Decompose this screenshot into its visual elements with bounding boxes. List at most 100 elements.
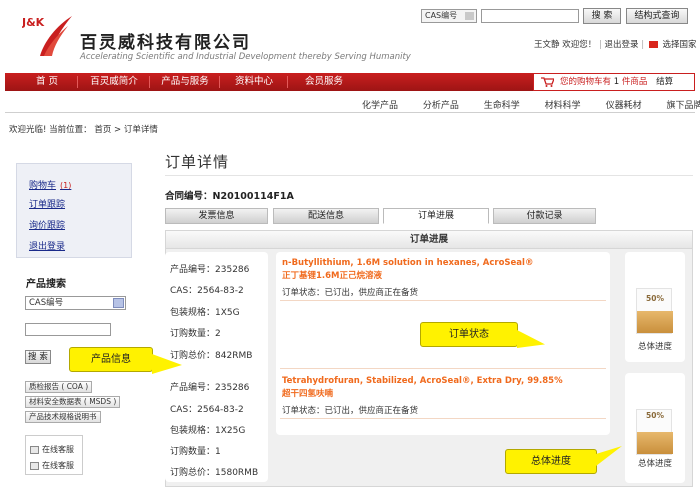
page-title: 订单详情 [165,153,230,171]
user-bar: 王文静 欢迎您！ | 退出登录 | 选择国家 [534,40,697,50]
checkout-link[interactable]: 结算 [656,77,673,87]
field-label: 产品编号： [170,265,216,275]
field-label: 订购数量： [170,329,216,339]
field-label: 订购总价： [170,351,216,361]
select-country-link[interactable]: 选择国家 [663,40,697,50]
cas-no: CAS：2564-83-2 [170,283,244,296]
nav-home[interactable]: 首 页 [17,73,77,91]
field-value: 235286 [215,383,250,393]
online-service-label: 在线客服 [42,461,74,470]
tab-order-progress[interactable]: 订单进展 [383,208,489,224]
product-name-en[interactable]: Tetrahydrofuran, Stabilized, AcroSeal®, … [282,376,563,386]
field-label: 订购数量： [170,447,216,457]
status-label: 订单状态： [282,288,325,298]
tab-payment[interactable]: 付款记录 [493,208,596,224]
breadcrumb-prefix: 欢迎光临! 当前位置： [9,125,92,135]
pack-size: 包装规格：1X5G [170,305,240,318]
cart-summary[interactable]: 您的购物车有 1 件商品 结算 [533,73,695,91]
field-value: 1580RMB [215,468,259,478]
field-label: CAS： [170,286,198,296]
header-divider [5,112,695,113]
spec-sheet-button[interactable]: 产品技术规格说明书 [25,411,101,423]
overall-progress-card: 50% 总体进度 [625,252,685,362]
callout-order-status: 订单状态 [420,322,518,347]
sidebar-item-order-tracking[interactable]: 订单跟踪 [29,197,65,210]
company-name: 百灵威科技有限公司 [80,33,251,53]
field-value: 842RMB [215,351,253,361]
sub-nav-chemicals[interactable]: 化学产品 [362,98,398,111]
top-search-input[interactable] [481,9,579,23]
product-search-button[interactable]: 搜 索 [25,350,51,364]
cas-no: CAS：2564-83-2 [170,402,244,415]
field-value: 1X25G [215,426,246,436]
structure-search-button[interactable]: 结构式查询 [626,8,688,24]
field-label: 产品编号： [170,383,216,393]
pack-size: 包装规格：1X25G [170,423,245,436]
product-name-en[interactable]: n-Butyllithium, 1.6M solution in hexanes… [282,258,533,268]
online-service-label: 在线客服 [42,445,74,454]
chevron-down-icon [465,12,474,20]
flag-icon [648,41,658,48]
sub-nav-analytical[interactable]: 分析产品 [423,98,459,111]
sidebar-item-quote-tracking[interactable]: 询价跟踪 [29,218,65,231]
sub-nav-instruments[interactable]: 仪器耗材 [606,98,642,111]
divider [280,368,606,369]
search-button[interactable]: 搜 索 [583,8,621,24]
field-value: 1 [215,447,221,457]
sub-nav-life-science[interactable]: 生命科学 [484,98,520,111]
order-status: 订单状态：已订出，供应商正在备货 [282,286,418,298]
breadcrumb-sep: > [114,125,122,135]
order-total: 订购总价：1580RMB [170,465,258,478]
msds-button[interactable]: 材料安全数据表 ( MSDS ) [25,396,121,408]
status-value: 已订出，供应商正在备货 [324,406,419,416]
cart-count: 1 [613,77,620,87]
cart-icon [541,77,554,87]
status-label: 订单状态： [282,406,325,416]
divider [280,300,606,301]
progress-label: 总体进度 [637,342,672,352]
title-divider [165,175,693,176]
tab-delivery[interactable]: 配送信息 [273,208,379,224]
cart-suffix: 件商品 [621,77,648,87]
online-service-link[interactable]: 在线客服 [30,460,74,471]
sub-nav-materials[interactable]: 材料科学 [545,98,581,111]
logout-link[interactable]: 退出登录 [605,40,639,50]
product-search-select[interactable]: CAS编号 [25,296,126,310]
coa-button[interactable]: 质检报告 ( COA ) [25,381,93,393]
nav-member[interactable]: 会员服务 [289,73,359,91]
sub-nav: 化学产品 分析产品 生命科学 材料科学 仪器耗材 旗下品牌 [340,98,700,111]
online-service-link[interactable]: 在线客服 [30,444,74,455]
jk-logo-icon: J&K [22,16,72,56]
tab-invoice[interactable]: 发票信息 [165,208,268,224]
contract-value: N20100114F1A [212,191,294,202]
order-qty: 订购数量：2 [170,326,221,339]
nav-about[interactable]: 百灵威简介 [79,73,149,91]
account-menu: 购物车 (1) 订单跟踪 询价跟踪 退出登录 [16,163,149,258]
cas-select[interactable]: CAS编号 [421,9,477,23]
company-slogan: Accelerating Scientific and Industrial D… [80,52,411,62]
sidebar-item-logout[interactable]: 退出登录 [29,239,65,252]
nav-divider [77,76,78,88]
progress-percent: 50% [646,294,664,303]
nav-resources[interactable]: 资料中心 [221,73,287,91]
field-value: 2564-83-2 [197,286,244,296]
progress-fill [637,311,673,333]
chat-icon [30,445,39,454]
sidebar-item-cart[interactable]: 购物车 (1) [29,178,71,191]
field-label: CAS： [170,405,198,415]
cart-prefix: 您的购物车有 [560,77,612,87]
sub-nav-brands[interactable]: 旗下品牌 [666,98,700,111]
online-service-box: 在线客服 在线客服 [25,435,83,475]
breadcrumb-home[interactable]: 首页 [94,125,111,135]
nav-products[interactable]: 产品与服务 [151,73,219,91]
contract-label: 合同编号： [165,191,213,202]
field-label: 订购总价： [170,468,216,478]
overall-progress-card: 50% 总体进度 [625,373,685,483]
product-search-input[interactable] [25,323,111,336]
main-nav: 首 页 百灵威简介 产品与服务 资料中心 会员服务 您的购物车有 1 件商品 结… [5,73,695,91]
order-qty: 订购数量：1 [170,444,221,457]
progress-fill [637,432,673,454]
field-value: 1X5G [215,308,240,318]
progress-percent: 50% [646,411,664,420]
sidebar-item-label: 购物车 [29,181,57,191]
